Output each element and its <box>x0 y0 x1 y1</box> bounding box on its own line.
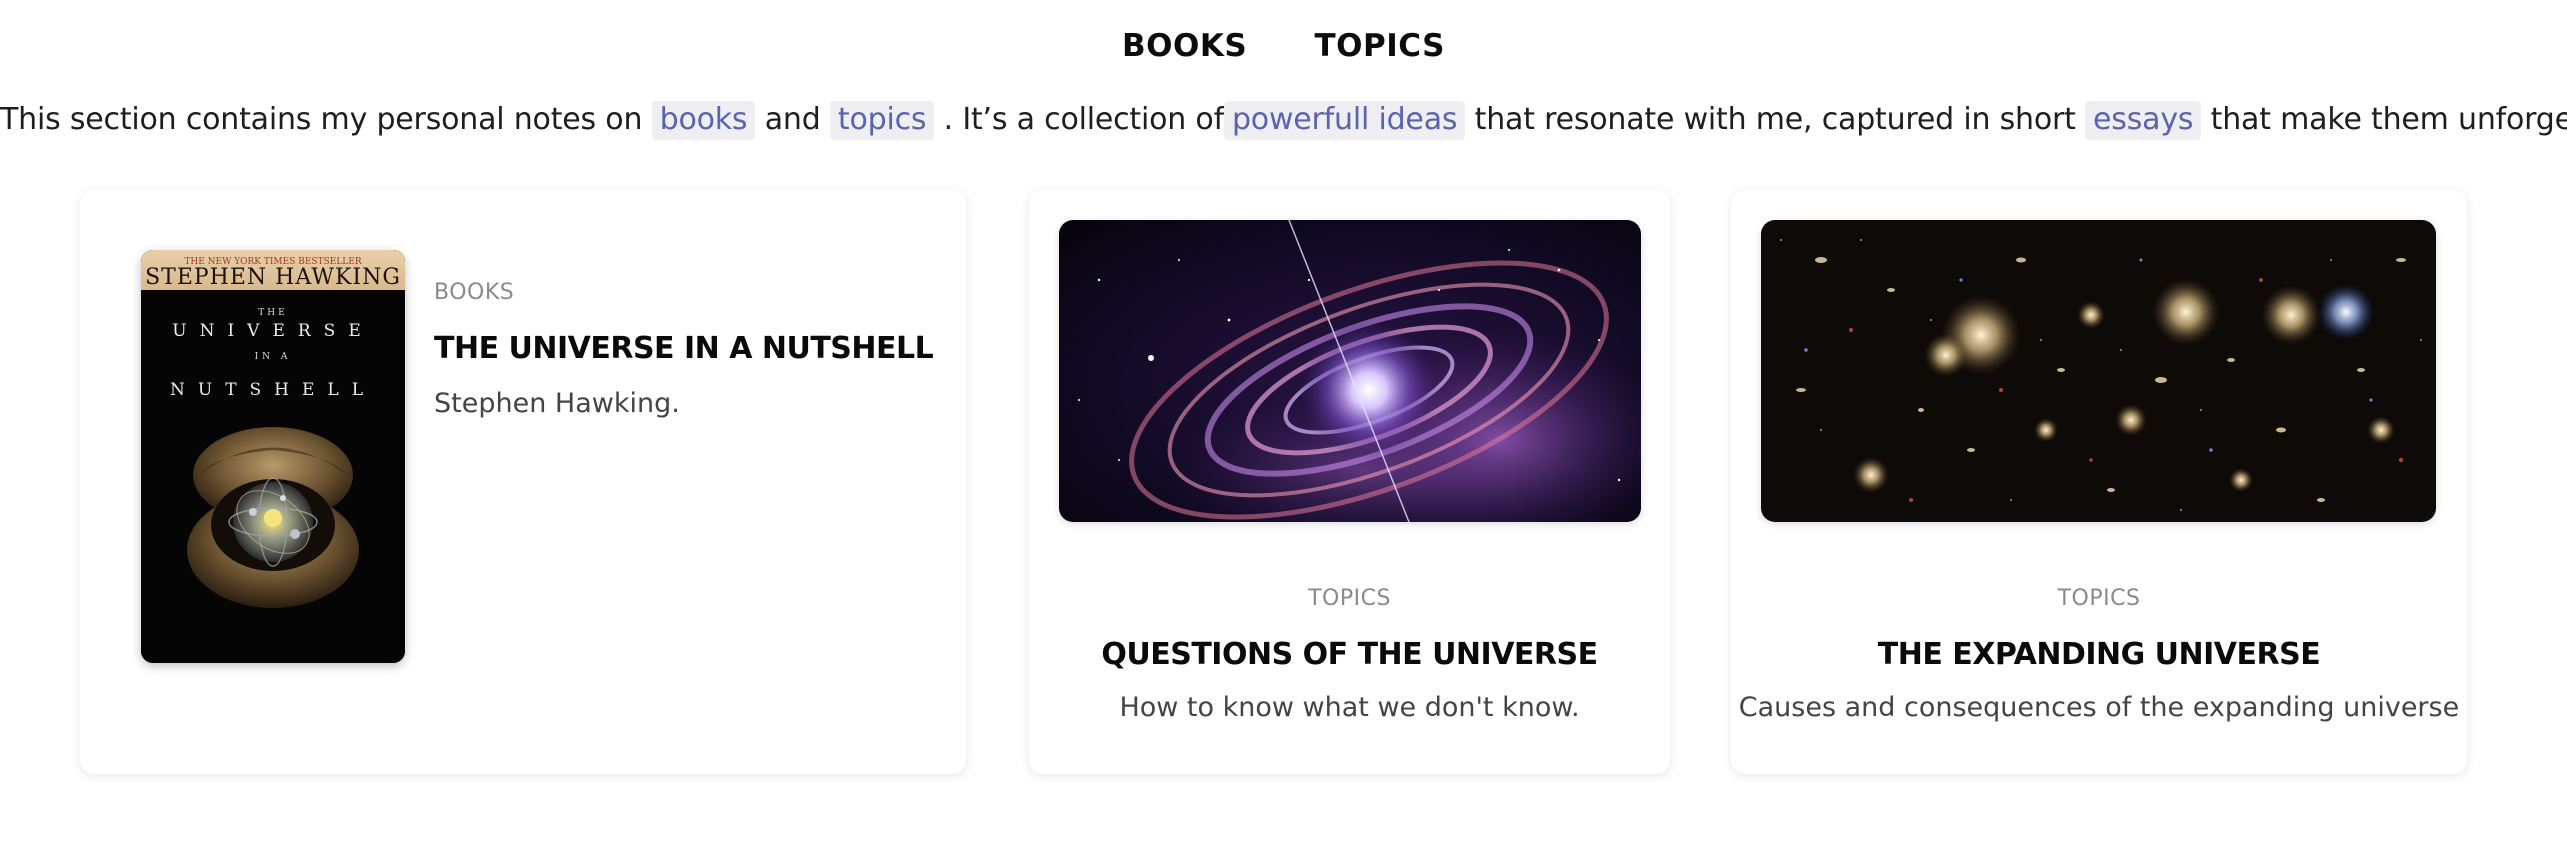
intro-text-5: that make them unforgettable. <box>2210 102 2567 137</box>
card-description: Causes and consequences of the expanding… <box>1738 692 2460 723</box>
books-chip-link[interactable]: books <box>651 101 756 140</box>
card-category-label: BOOKS <box>434 280 515 305</box>
intro-text-2: and <box>755 102 830 137</box>
card-category-label: TOPICS <box>2057 586 2141 611</box>
card-description: Stephen Hawking. <box>434 388 680 419</box>
card-title[interactable]: QUESTIONS OF THE UNIVERSE <box>1029 637 1670 672</box>
card-category-label: TOPICS <box>1308 586 1391 611</box>
top-nav: BOOKS TOPICS <box>0 28 2567 64</box>
topics-chip-link[interactable]: topics <box>829 101 935 140</box>
deep-field-image <box>1761 220 2436 522</box>
cover-author-text: STEPHEN HAWKING <box>145 265 401 290</box>
cover-title-line-4: NUTSHELL <box>170 380 376 400</box>
card-description: How to know what we don't know. <box>1119 692 1580 723</box>
cover-title-line-2: UNIVERSE <box>172 321 373 341</box>
book-cover-image: THE NEW YORK TIMES BESTSELLER STEPHEN HA… <box>141 250 405 663</box>
cover-title-line-1: THE <box>258 308 287 318</box>
nav-books-link[interactable]: BOOKS <box>1122 28 1247 64</box>
galaxy-image <box>1059 220 1641 522</box>
essays-chip-link[interactable]: essays <box>2085 101 2202 140</box>
book-card-text: BOOKS THE UNIVERSE IN A NUTSHELL Stephen… <box>434 280 934 419</box>
card-title[interactable]: THE EXPANDING UNIVERSE <box>1731 637 2467 672</box>
intro-text-4: that resonate with me, captured in short <box>1465 102 2086 137</box>
powerfull-ideas-chip-link[interactable]: powerfull ideas <box>1223 101 1466 140</box>
topic-card-questions-of-the-universe[interactable]: TOPICS QUESTIONS OF THE UNIVERSE How to … <box>1029 190 1670 774</box>
card-title[interactable]: THE UNIVERSE IN A NUTSHELL <box>434 331 934 366</box>
book-card-universe-in-a-nutshell[interactable]: THE NEW YORK TIMES BESTSELLER STEPHEN HA… <box>80 190 966 774</box>
topic-card-text: TOPICS QUESTIONS OF THE UNIVERSE How to … <box>1029 586 1670 723</box>
nav-topics-link[interactable]: TOPICS <box>1315 28 1445 64</box>
topic-card-the-expanding-universe[interactable]: TOPICS THE EXPANDING UNIVERSE Causes and… <box>1731 190 2467 774</box>
cover-title-line-3: IN A <box>255 352 292 362</box>
intro-paragraph: This section contains my personal notes … <box>0 101 2567 140</box>
intro-text-1: This section contains my personal notes … <box>0 102 652 137</box>
topic-card-text: TOPICS THE EXPANDING UNIVERSE Causes and… <box>1731 586 2467 723</box>
intro-text-3: . It’s a collection of <box>934 102 1225 137</box>
